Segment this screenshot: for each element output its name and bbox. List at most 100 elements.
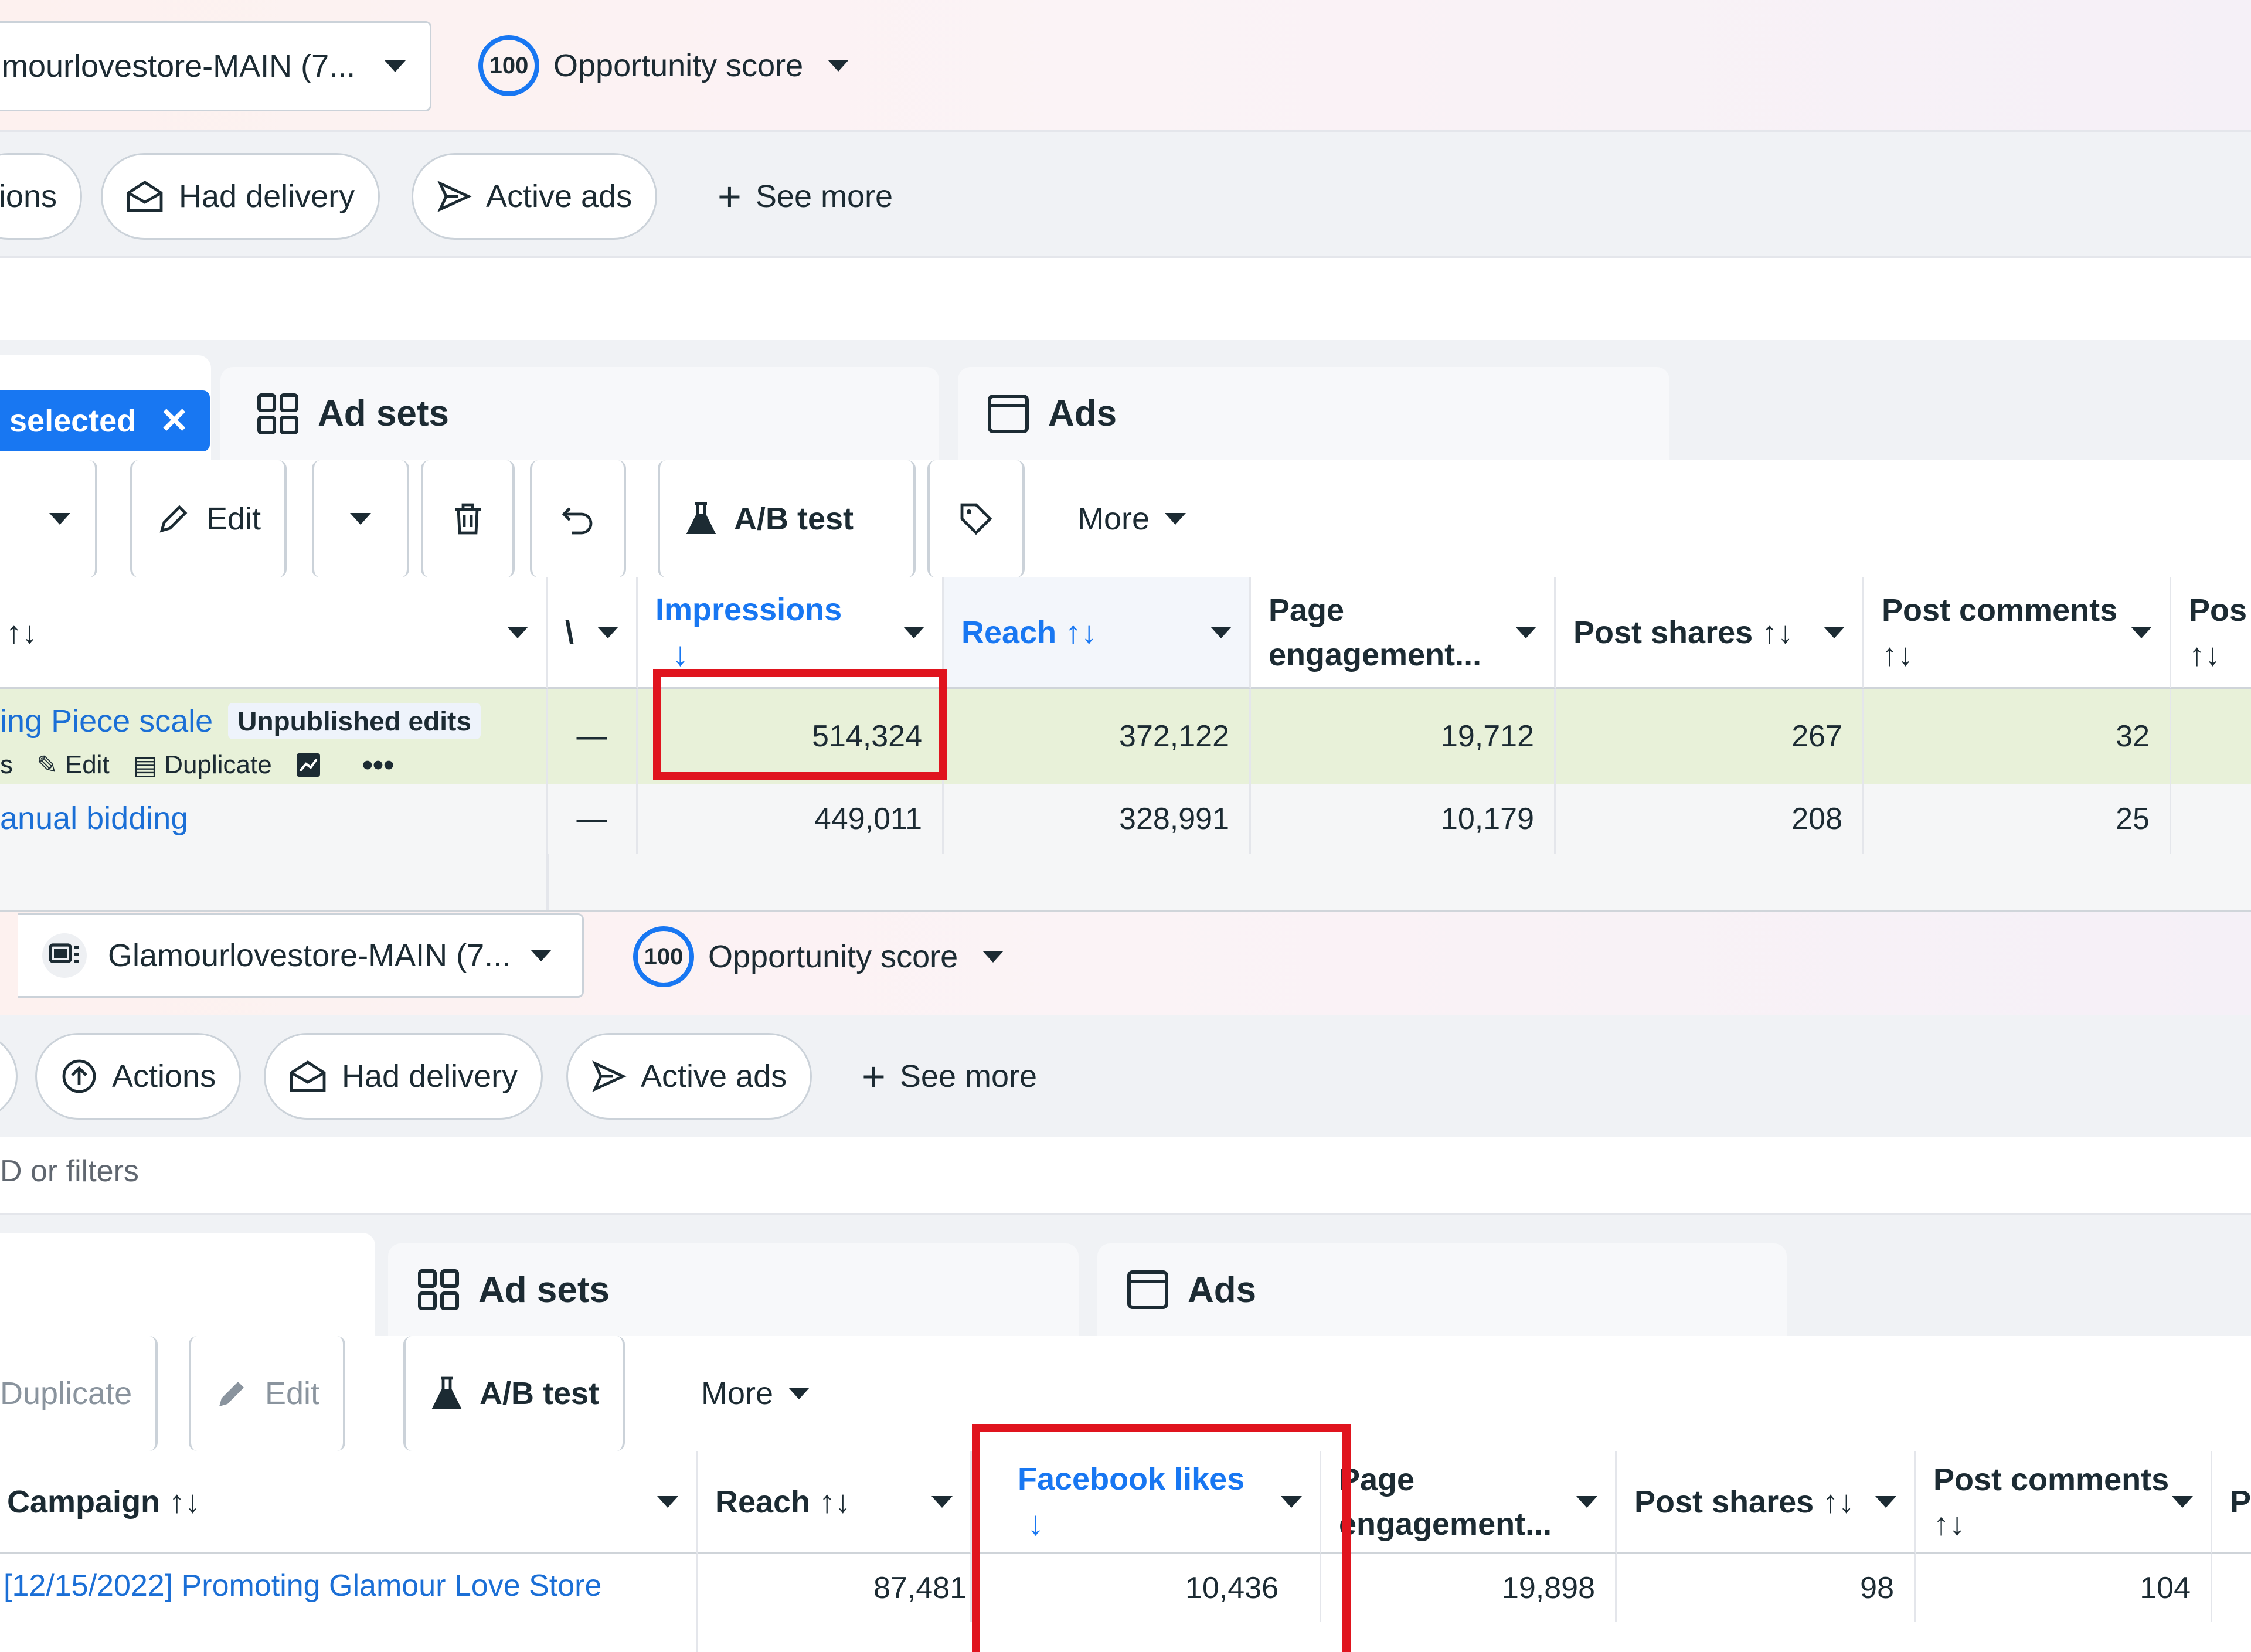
more-options-icon[interactable]: ••• [362,747,395,783]
row-duplicate-button[interactable]: ▤ Duplicate [133,750,272,780]
chevron-down-icon [657,1495,678,1508]
ads-icon [1126,1267,1170,1312]
chevron-down-icon [1875,1495,1896,1508]
close-icon[interactable]: ✕ [159,400,189,441]
filter-chip-label: Had delivery [179,179,355,214]
annotation-highlight-box [972,1424,1351,1652]
tag-button[interactable] [927,460,1025,577]
edit-dropdown-button[interactable] [312,460,409,577]
selected-chip-label: selected [9,403,137,439]
chevron-down-icon [1515,626,1536,638]
see-more-filters-button[interactable]: + See more [718,153,893,240]
column-header-campaign[interactable]: Campaign ↑↓ [0,1451,698,1554]
chevron-down-icon [1165,513,1186,525]
status-badge: Unpublished edits [228,703,481,739]
search-bar[interactable]: D or filters [0,1137,2251,1215]
filter-chip-label: Actions [112,1059,216,1094]
trash-icon [451,501,484,536]
row-chart-button[interactable] [295,752,321,778]
filter-chip-actions[interactable]: ions [0,153,82,240]
pencil-icon [215,1376,250,1411]
score-label: Opportunity score [708,939,958,974]
annotation-highlight-box [653,669,947,780]
column-label: Campaign ↑↓ [7,1484,201,1520]
tab-ad-sets[interactable]: Ad sets [220,367,939,460]
account-selector-label: Glamourlovestore-MAIN (7... [108,938,511,973]
edit-button[interactable]: Edit [130,460,287,577]
delete-button[interactable] [421,460,515,577]
tag-icon [957,500,995,538]
undo-icon [560,501,596,536]
post-comments-cell: 104 [1916,1554,2212,1622]
filter-chip-active-ads[interactable]: Active ads [412,153,658,240]
post-shares-cell: 98 [1617,1554,1916,1622]
filter-chip-had-delivery[interactable]: Had delivery [264,1033,543,1120]
filter-chip-previous[interactable] [0,1033,18,1120]
bottom-screenshot-panel: Glamourlovestore-MAIN (7... 100 Opportun… [0,910,2251,1652]
row-action-partial[interactable]: s [0,750,13,780]
filter-chip-active-ads[interactable]: Active ads [566,1033,812,1120]
campaign-table: Campaign ↑↓ Reach ↑↓ Facebook likes ↓ Pag… [0,1424,2251,1652]
column-header-post-shares[interactable]: Post shares ↑↓ [1617,1451,1916,1554]
account-selector[interactable]: mourlovestore-MAIN (7... [0,21,431,111]
row-edit-button[interactable]: ✎ Edit [36,750,110,780]
column-header-partial[interactable]: P [2212,1451,2251,1554]
chevron-down-icon [1824,626,1845,638]
column-header-post-comments[interactable]: Post comments ↑↓ [1864,577,2171,689]
campaign-name-link[interactable]: [12/15/2022] Promoting Glamour Love Stor… [4,1568,601,1603]
more-menu-button[interactable]: More [1054,460,1209,577]
create-dropdown-button[interactable] [0,460,97,577]
column-header-delivery[interactable]: \ [548,577,638,689]
chevron-down-icon [597,626,618,638]
column-header-post-reactions[interactable]: Pos ↑↓ [2171,577,2251,689]
column-label: Reach ↑↓ [715,1484,851,1520]
tab-ads[interactable]: Ads [1097,1243,1787,1336]
post-comments-cell: 32 [1864,689,2171,784]
see-more-filters-button[interactable]: + See more [862,1033,1037,1120]
column-label: Reach ↑↓ [961,614,1097,650]
column-header-post-comments[interactable]: Post comments ↑↓ [1916,1451,2212,1554]
campaign-name-link[interactable]: anual bidding [0,800,188,837]
column-header-reach[interactable]: Reach ↑↓ [698,1451,972,1554]
table-row[interactable]: ing Piece scale Unpublished edits s ✎ Edi… [0,689,2251,784]
selected-chip[interactable]: selected ✕ [0,390,210,451]
tab-ad-sets[interactable]: Ad sets [388,1243,1079,1336]
filter-chip-had-delivery[interactable]: Had delivery [101,153,380,240]
column-header-post-shares[interactable]: Post shares ↑↓ [1556,577,1864,689]
chevron-down-icon [903,626,924,638]
opportunity-score[interactable]: 100 Opportunity score [478,33,849,98]
tab-campaigns[interactable]: selected ✕ [0,355,211,460]
score-badge: 100 [478,35,539,96]
edit-button[interactable]: Edit [189,1336,346,1451]
account-selector[interactable]: Glamourlovestore-MAIN (7... [18,913,584,998]
column-header-page-engagement[interactable]: Page engagement... [1321,1451,1617,1554]
see-more-label: See more [899,1059,1038,1094]
column-header-reach[interactable]: Reach ↑↓ [944,577,1251,689]
duplicate-button[interactable]: Duplicate [0,1336,158,1451]
more-label: More [1077,501,1150,536]
column-label: P [2230,1484,2251,1520]
campaign-table: ↑↓ \ Impressions ↓ Reach ↑↓ Page engageme… [0,577,2251,910]
filter-chip-actions[interactable]: Actions [35,1033,242,1120]
table-row[interactable]: anual bidding — 449,011 328,991 10,179 2… [0,784,2251,910]
campaign-name-link[interactable]: ing Piece scale [0,703,213,739]
pencil-icon: ✎ [36,750,58,780]
column-label: Page engagement... [1269,592,1482,672]
row-name-cell: ing Piece scale Unpublished edits s ✎ Edi… [0,689,548,784]
more-menu-button[interactable]: More [678,1336,833,1451]
row-name-cell: anual bidding [0,784,548,910]
flask-icon [429,1375,464,1412]
tab-campaigns[interactable] [0,1233,375,1336]
tab-ads[interactable]: Ads [958,367,1669,460]
ab-test-label: A/B test [734,501,854,536]
tab-label: Ads [1188,1269,1257,1310]
filter-bar: ions Had delivery Active ads + See more [0,132,2251,258]
column-header-page-engagement[interactable]: Page engagement... [1251,577,1556,689]
ab-test-button[interactable]: A/B test [403,1336,625,1451]
ab-test-button[interactable]: A/B test [658,460,916,577]
opportunity-score[interactable]: 100 Opportunity score [633,924,1004,990]
undo-button[interactable] [530,460,626,577]
post-shares-cell: 267 [1556,689,1864,784]
column-label: Pos ↑↓ [2189,592,2247,672]
column-header-name[interactable]: ↑↓ [0,577,548,689]
